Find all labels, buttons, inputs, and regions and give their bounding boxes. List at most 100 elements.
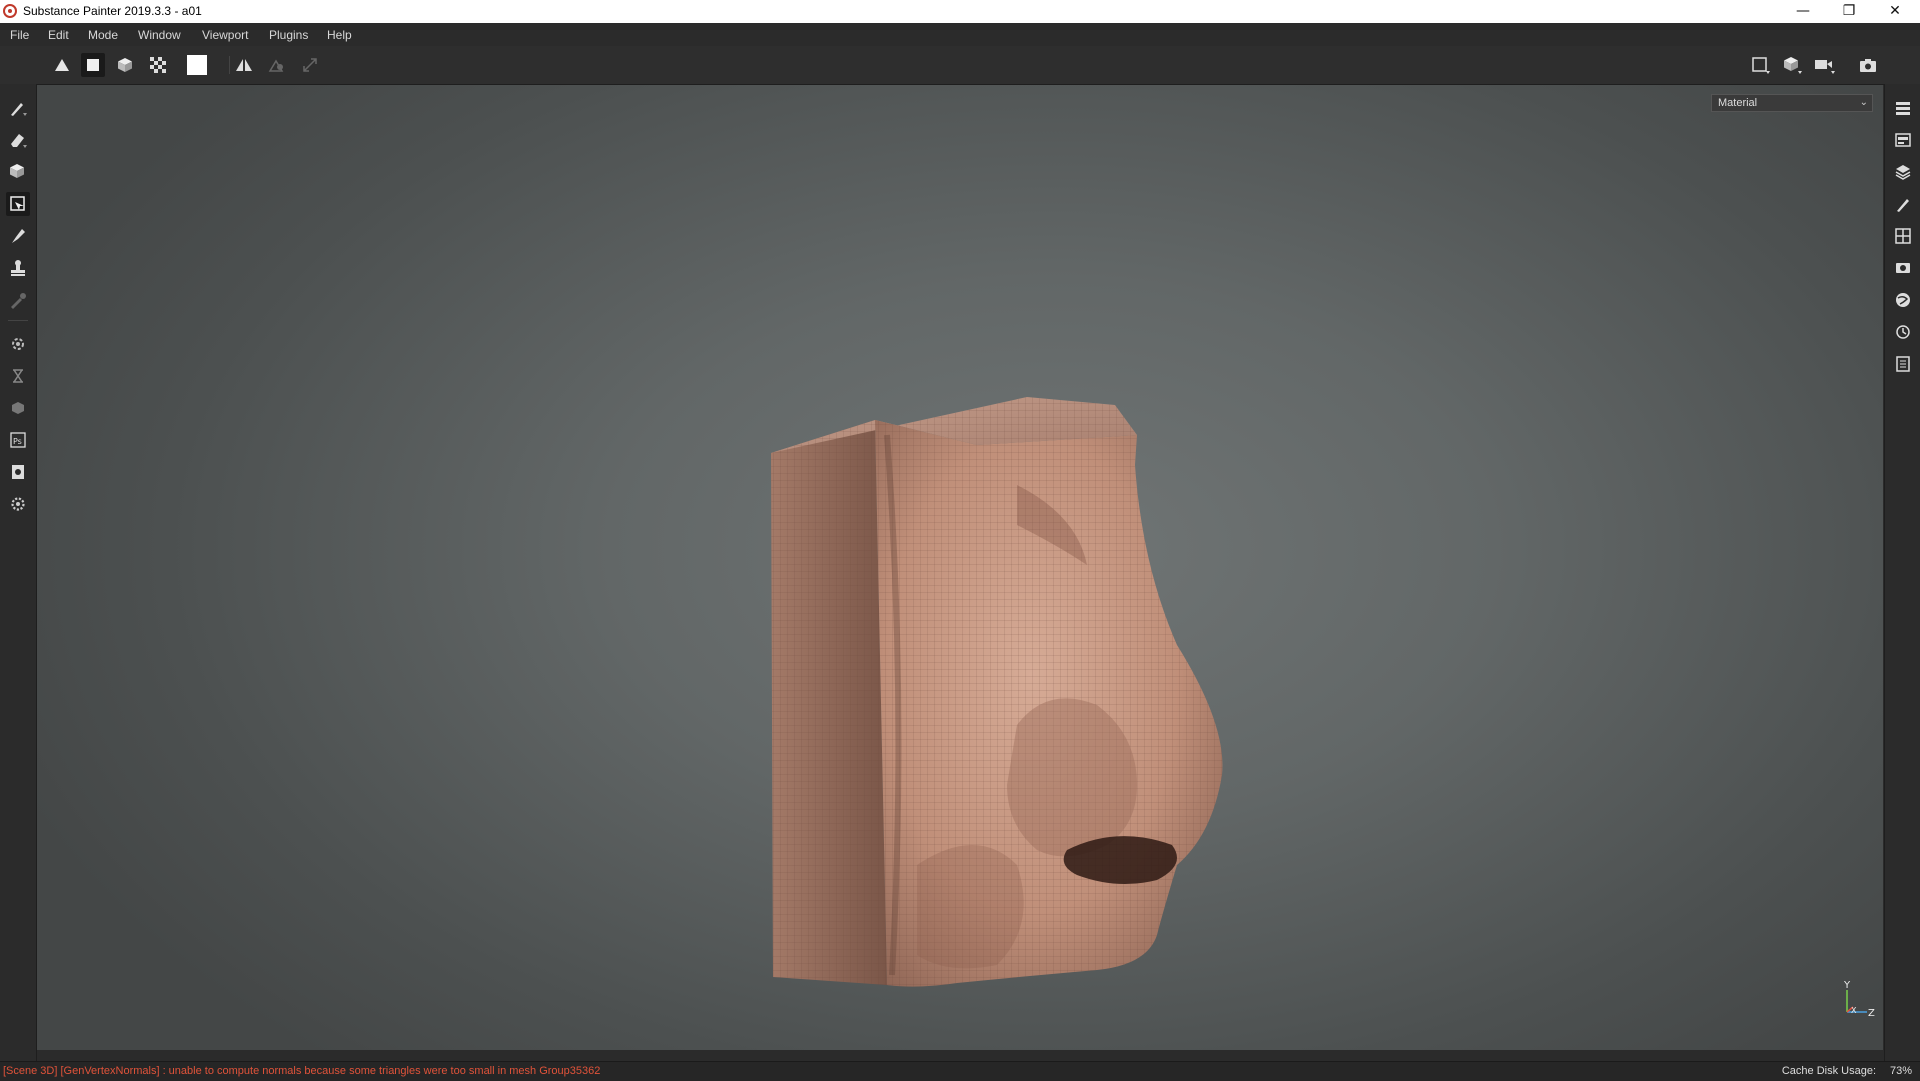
camera-2d-icon: [1752, 57, 1770, 74]
sphere-icon: [12, 402, 24, 414]
photoshop-export-button[interactable]: Ps: [6, 428, 30, 452]
viewer-settings-button[interactable]: [1891, 256, 1915, 280]
transform-icon: [303, 58, 317, 72]
square-mode-icon: [87, 59, 99, 71]
cube-mode-button[interactable]: [113, 53, 137, 77]
camera-2d-button[interactable]: [1749, 53, 1773, 77]
axis-x-label: X: [1851, 1006, 1857, 1015]
3d-viewport[interactable]: Material ⌄ Y X Z: [37, 85, 1883, 1050]
svg-text:Ps: Ps: [13, 437, 22, 446]
close-button[interactable]: ✕: [1872, 0, 1918, 23]
camera-3d-button[interactable]: [1781, 53, 1805, 77]
axis-gizmo: Y X Z: [1843, 980, 1875, 1019]
triangle-mode-icon: [55, 59, 69, 71]
clone-stamp-icon: [11, 260, 25, 276]
history-icon: [1896, 325, 1910, 339]
stencil-button[interactable]: [265, 53, 289, 77]
right-panel-column: [1884, 84, 1920, 1061]
brush-properties-icon: [1897, 199, 1909, 212]
menu-edit[interactable]: Edit: [48, 28, 69, 42]
settings-button[interactable]: [6, 492, 30, 516]
layers-icon: [1895, 165, 1911, 180]
menu-viewport[interactable]: Viewport: [202, 28, 248, 42]
smudge-icon: [12, 229, 25, 243]
menu-mode[interactable]: Mode: [88, 28, 118, 42]
display-settings-icon: [1895, 228, 1911, 244]
export-button[interactable]: [6, 460, 30, 484]
menu-bar: File Edit Mode Window Viewport Plugins H…: [0, 23, 1920, 46]
log-button[interactable]: [1891, 352, 1915, 376]
nose-mesh-model[interactable]: [717, 305, 1257, 1005]
tool-column: Ps: [0, 84, 37, 1061]
iray-icon: [13, 369, 23, 383]
display-settings-button[interactable]: [1891, 224, 1915, 248]
paint-brush-icon: [11, 103, 27, 116]
cache-disk-usage-value: 73%: [1889, 1065, 1912, 1077]
screenshot-icon: [1860, 59, 1876, 72]
checker-mode-button[interactable]: [146, 53, 170, 77]
bake-button[interactable]: [6, 332, 30, 356]
color-picker-icon: [11, 293, 26, 309]
cube-mode-icon: [118, 58, 132, 72]
environment-icon: [1896, 293, 1910, 307]
brush-properties-button[interactable]: [1891, 192, 1915, 216]
camera-video-icon: [1815, 60, 1835, 74]
layers-button[interactable]: [1891, 160, 1915, 184]
top-toolbar: [0, 46, 1920, 85]
history-button[interactable]: [1891, 320, 1915, 344]
chevron-down-icon: ⌄: [1859, 97, 1868, 108]
square-mode-button[interactable]: [81, 53, 105, 77]
color-picker-tool-button[interactable]: [6, 288, 30, 312]
projection-tool-button[interactable]: [6, 160, 30, 184]
status-error-message[interactable]: [Scene 3D] [GenVertexNormals] : unable t…: [3, 1065, 600, 1077]
triangle-mode-button[interactable]: [50, 53, 74, 77]
texture-set-icon: [1895, 133, 1911, 147]
texture-set-button[interactable]: [1891, 128, 1915, 152]
toolbar-divider: [229, 56, 230, 74]
paint-tool-button[interactable]: [6, 96, 30, 120]
screenshot-button[interactable]: [1856, 53, 1880, 77]
title-bar: Substance Painter 2019.3.3 - a01 — ❐ ✕: [0, 0, 1920, 23]
layers-stack-button[interactable]: [1891, 96, 1915, 120]
smudge-tool-button[interactable]: [6, 224, 30, 248]
layers-stack-icon: [1896, 102, 1910, 115]
display-mode-value: Material: [1718, 97, 1758, 109]
white-swatch-icon: [187, 55, 207, 75]
menu-window[interactable]: Window: [138, 28, 181, 42]
log-icon: [1896, 356, 1910, 372]
menu-file[interactable]: File: [10, 28, 29, 42]
symmetry-button[interactable]: [232, 53, 256, 77]
viewer-settings-icon: [1896, 263, 1910, 273]
camera-3d-icon: [1784, 57, 1802, 74]
clone-tool-button[interactable]: [6, 256, 30, 280]
menu-help[interactable]: Help: [327, 28, 352, 42]
photoshop-icon: Ps: [10, 432, 26, 448]
checker-mode-icon: [150, 57, 166, 73]
polygon-fill-tool-button[interactable]: [6, 192, 30, 216]
eraser-icon: [11, 134, 27, 148]
axis-y-label: Y: [1843, 980, 1851, 991]
cache-disk-usage-label: Cache Disk Usage:: [1781, 1065, 1876, 1077]
stencil-icon: [268, 59, 284, 72]
export-icon: [12, 465, 24, 479]
substance-painter-logo-icon: [3, 4, 17, 18]
tool-divider: [8, 320, 28, 321]
display-mode-dropdown[interactable]: Material ⌄: [1711, 94, 1873, 112]
window-title: Substance Painter 2019.3.3 - a01: [23, 4, 202, 18]
camera-video-button[interactable]: [1813, 53, 1837, 77]
menu-plugins[interactable]: Plugins: [269, 28, 308, 42]
status-bar: [Scene 3D] [GenVertexNormals] : unable t…: [0, 1061, 1920, 1081]
projection-icon: [10, 164, 24, 178]
environment-button[interactable]: [1891, 288, 1915, 312]
iray-button[interactable]: [6, 364, 30, 388]
polygon-fill-icon: [10, 196, 25, 211]
color-swatch-button[interactable]: [185, 53, 209, 77]
transform-button[interactable]: [298, 53, 322, 77]
eraser-tool-button[interactable]: [6, 128, 30, 152]
restore-button[interactable]: ❐: [1826, 0, 1872, 23]
axis-z-label: Z: [1868, 1008, 1875, 1019]
minimize-button[interactable]: —: [1780, 0, 1826, 23]
sphere-button[interactable]: [6, 396, 30, 420]
symmetry-icon: [236, 59, 252, 71]
settings-icon: [11, 497, 25, 511]
